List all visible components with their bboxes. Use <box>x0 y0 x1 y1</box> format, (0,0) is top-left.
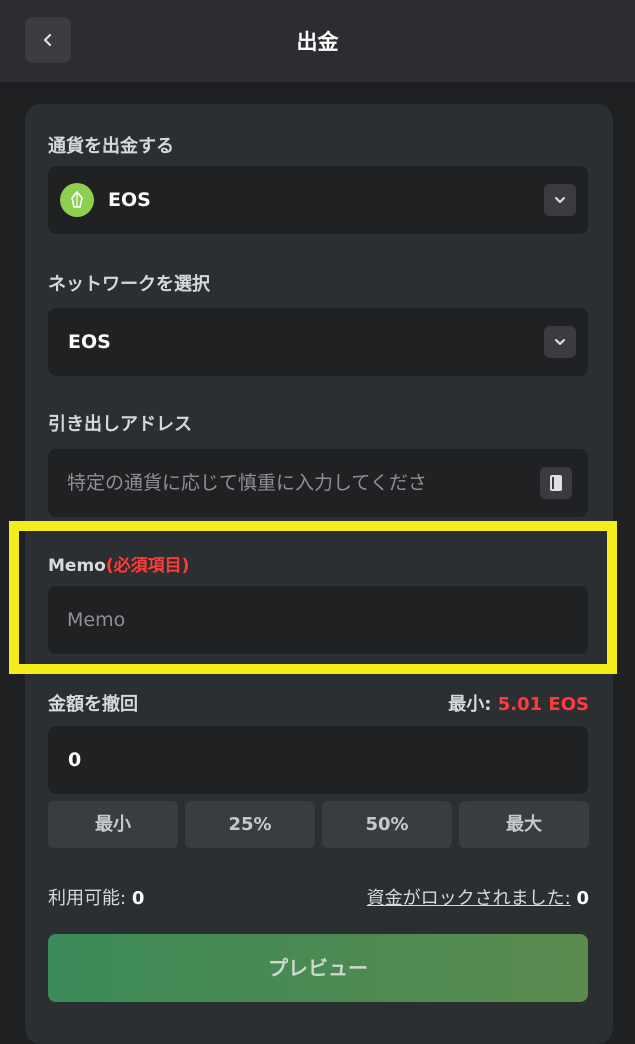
available-value: 0 <box>131 888 145 909</box>
locked-funds: 資金がロックされました: 0 <box>367 884 589 910</box>
chevron-down-icon <box>555 197 565 203</box>
network-label: ネットワークを選択 <box>48 274 210 295</box>
currency-value: EOS <box>108 189 151 211</box>
percent-50-button[interactable]: 50% <box>322 801 452 848</box>
address-book-icon[interactable] <box>540 467 572 499</box>
available-label: 利用可能: <box>48 888 127 909</box>
currency-dropdown-button[interactable] <box>544 184 576 216</box>
address-input[interactable]: 特定の通貨に応じて慎重に入力してくださ <box>48 449 588 517</box>
chevron-down-icon <box>555 339 565 345</box>
page-title: 出金 <box>296 30 339 54</box>
amount-value: 0 <box>68 749 82 771</box>
min-amount-info: 最小: 5.01 EOS <box>448 690 589 716</box>
address-placeholder: 特定の通貨に応じて慎重に入力してくださ <box>67 472 427 494</box>
min-amount-value: 5.01 EOS <box>497 694 589 715</box>
max-button[interactable]: 最大 <box>459 801 589 848</box>
address-label: 引き出しアドレス <box>48 414 192 435</box>
percent-25-button[interactable]: 25% <box>185 801 315 848</box>
amount-input[interactable]: 0 <box>48 726 588 794</box>
eos-coin-icon <box>60 183 94 217</box>
min-amount-label: 最小: <box>448 694 492 715</box>
currency-select[interactable]: EOS <box>48 166 588 234</box>
locked-value: 0 <box>576 888 589 909</box>
network-dropdown-button[interactable] <box>544 326 576 358</box>
memo-highlight-box <box>9 521 617 674</box>
available-balance: 利用可能: 0 <box>48 884 144 910</box>
amount-label: 金額を撤回 <box>48 694 138 715</box>
network-value: EOS <box>68 331 111 353</box>
preview-button[interactable]: プレビュー <box>48 934 588 1002</box>
locked-funds-link[interactable]: 資金がロックされました: <box>367 888 571 909</box>
header-bar: 出金 <box>0 0 635 82</box>
network-select[interactable]: EOS <box>48 308 588 376</box>
min-button[interactable]: 最小 <box>48 801 178 848</box>
currency-label: 通貨を出金する <box>48 136 174 157</box>
